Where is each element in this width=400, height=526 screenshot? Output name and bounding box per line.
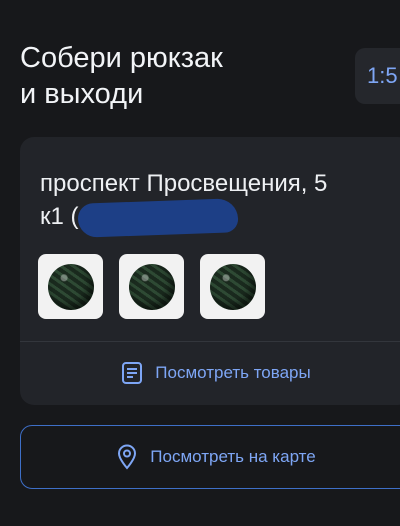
item-thumbnails (38, 254, 265, 319)
map-pin-icon (116, 444, 138, 470)
order-card: проспект Просвещения, 5 к1 ( Посмотреть … (20, 137, 400, 405)
view-items-button[interactable]: Посмотреть товары (20, 341, 400, 405)
item-thumbnail[interactable] (200, 254, 265, 319)
timer-value: 1:5 (367, 63, 398, 88)
title-line-1: Собери рюкзак (20, 42, 223, 74)
watermelon-icon (47, 263, 94, 310)
view-items-label: Посмотреть товары (155, 363, 311, 382)
watermelon-icon (128, 263, 175, 310)
timer-badge: 1:5 (355, 48, 400, 104)
page-title: Собери рюкзак и выходи (20, 40, 320, 112)
item-thumbnail[interactable] (38, 254, 103, 319)
watermelon-icon (209, 263, 256, 310)
item-thumbnail[interactable] (119, 254, 184, 319)
address-line-2: к1 ( (40, 203, 79, 230)
view-on-map-label: Посмотреть на карте (150, 447, 316, 466)
title-line-2: и выходи (20, 78, 144, 110)
address-line-1: проспект Просвещения, 5 (40, 170, 328, 197)
view-on-map-button[interactable]: Посмотреть на карте (20, 425, 400, 489)
redaction-mark (77, 198, 239, 238)
document-icon (121, 361, 143, 385)
